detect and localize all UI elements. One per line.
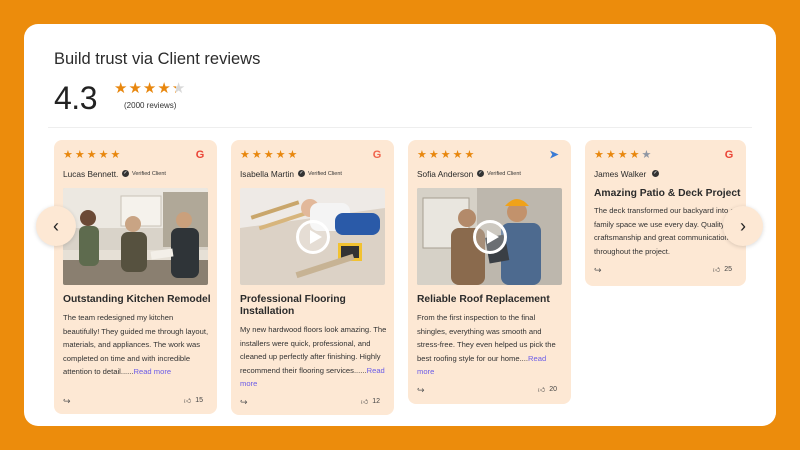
review-body: The team redesigned my kitchen beautiful… <box>63 313 209 376</box>
review-body: My new hardwood floors look amazing. The… <box>240 325 387 388</box>
star-icon: ★ <box>110 149 121 161</box>
share-icon[interactable]: ↪ <box>417 385 425 396</box>
reviewer-name: Lucas Bennett. <box>63 169 119 179</box>
verified-badge: ✓ Verified Client <box>122 170 166 177</box>
average-stars: ★ ★ ★ ★ ★ <box>114 81 185 97</box>
star-icon: ★ <box>240 149 250 161</box>
review-video-thumbnail[interactable] <box>240 188 385 285</box>
review-title: Reliable Roof Replacement <box>417 294 550 305</box>
review-photo <box>63 188 208 285</box>
star-icon: ★ <box>287 149 298 161</box>
star-icon: ★ <box>86 149 97 161</box>
star-icon: ★ <box>74 149 85 161</box>
star-icon: ★ <box>263 149 274 161</box>
review-title: Professional Flooring Installation <box>240 294 346 317</box>
like-button[interactable]: 👍︎ 15 <box>184 396 203 405</box>
verified-badge: ✓ <box>652 170 659 177</box>
star-icon: ★ <box>142 80 157 97</box>
review-card[interactable]: ★ ★ ★ ★ ★ G Isabella Martin ✓ Verified Clien… <box>231 140 394 415</box>
star-icon: ★ <box>275 149 286 161</box>
star-icon: ★ <box>617 149 628 161</box>
review-stars: ★ ★ ★ ★ ★ <box>594 149 651 161</box>
check-icon: ✓ <box>477 170 484 177</box>
star-icon: ★ <box>63 149 73 161</box>
thumbs-up-icon: 👍︎ <box>712 267 721 274</box>
review-count: (2000 reviews) <box>124 101 177 110</box>
chevron-left-icon: ‹ <box>53 215 59 236</box>
like-button[interactable]: 👍︎ 20 <box>538 385 557 394</box>
star-icon: ★ <box>641 149 652 161</box>
carousel-prev-button[interactable]: ‹ <box>36 206 76 246</box>
star-icon: ★ <box>128 80 142 97</box>
review-stars: ★ ★ ★ ★ ★ <box>63 149 120 161</box>
google-icon: G <box>724 149 734 161</box>
review-video-thumbnail[interactable] <box>417 188 562 285</box>
share-icon[interactable]: ↪ <box>240 397 248 408</box>
navigation-arrow-icon: ➤ <box>549 149 559 161</box>
review-card[interactable]: ★ ★ ★ ★ ★ ➤ Sofia Anderson ✓ Verified Client… <box>408 140 571 404</box>
star-icon: ★ <box>251 149 262 161</box>
check-icon: ✓ <box>652 170 659 177</box>
chevron-right-icon: › <box>740 215 746 236</box>
star-icon: ★ <box>171 80 186 97</box>
star-icon: ★ <box>452 149 463 161</box>
star-icon: ★ <box>440 149 451 161</box>
star-icon: ★ <box>629 149 640 161</box>
check-icon: ✓ <box>298 170 305 177</box>
g-icon: G <box>372 149 382 161</box>
star-icon: ★ <box>464 149 475 161</box>
star-icon: ★ <box>605 149 616 161</box>
share-icon[interactable]: ↪ <box>63 396 71 407</box>
review-card[interactable]: ★ ★ ★ ★ ★ G Lucas Bennett. ✓ Verified Client <box>54 140 217 414</box>
divider <box>48 127 752 128</box>
star-icon: ★ <box>157 80 171 97</box>
reviewer-name: James Walker <box>594 169 647 179</box>
play-icon[interactable] <box>296 220 330 254</box>
thumbs-up-icon: 👍︎ <box>183 398 192 405</box>
check-icon: ✓ <box>122 170 129 177</box>
thumbs-up-icon: 👍︎ <box>537 387 546 394</box>
review-body: From the first inspection to the final s… <box>417 313 556 376</box>
google-icon: G <box>195 149 205 161</box>
share-icon[interactable]: ↪ <box>594 265 602 276</box>
like-button[interactable]: 👍︎ 25 <box>713 265 732 274</box>
verified-badge: ✓ Verified Client <box>298 170 342 177</box>
review-stars: ★ ★ ★ ★ ★ <box>417 149 474 161</box>
carousel-next-button[interactable]: › <box>723 206 763 246</box>
carousel-fade <box>746 128 776 426</box>
thumbs-up-icon: 👍︎ <box>360 399 369 406</box>
star-icon: ★ <box>98 149 109 161</box>
review-card[interactable]: ★ ★ ★ ★ ★ G James Walker ✓ Amazing Patio & D… <box>585 140 746 286</box>
star-icon: ★ <box>114 80 128 97</box>
section-title: Build trust via Client reviews <box>54 50 261 68</box>
reviews-panel: Build trust via Client reviews 4.3 ★ ★ ★ ★ ★… <box>24 24 776 426</box>
reviewer-name: Isabella Martin <box>240 169 294 179</box>
like-button[interactable]: 👍︎ 12 <box>361 397 380 406</box>
review-stars: ★ ★ ★ ★ ★ <box>240 149 297 161</box>
review-title: Outstanding Kitchen Remodel <box>63 294 211 305</box>
review-body: The deck transformed our backyard into a… <box>594 206 735 256</box>
star-icon: ★ <box>594 149 604 161</box>
read-more-link[interactable]: Read more <box>134 367 172 376</box>
average-rating: 4.3 <box>54 80 97 116</box>
star-icon: ★ <box>417 149 427 161</box>
review-title: Amazing Patio & Deck Project <box>594 188 741 199</box>
star-icon: ★ <box>428 149 439 161</box>
verified-badge: ✓ Verified Client <box>477 170 521 177</box>
reviewer-name: Sofia Anderson <box>417 169 474 179</box>
play-icon[interactable] <box>473 220 507 254</box>
